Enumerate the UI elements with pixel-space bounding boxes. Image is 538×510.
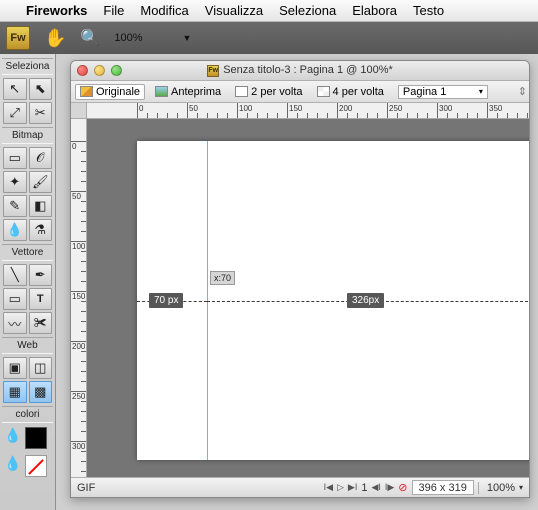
document-window: FwSenza titolo-3 : Pagina 1 @ 100%* Orig… (70, 60, 530, 498)
app-toolbar: Fw ✋ 🔍 100% ▼ (0, 22, 538, 54)
view-4up-button[interactable]: 4 per volta (313, 85, 388, 99)
hand-tool-icon[interactable]: ✋ (44, 28, 66, 49)
section-bitmap: Bitmap (2, 127, 53, 144)
pointer-tool[interactable]: ↖ (3, 78, 27, 100)
original-icon (80, 86, 93, 97)
zoom-control[interactable]: 100% ▾ (478, 482, 523, 494)
page-select[interactable]: Pagina 1 ▾ (398, 85, 488, 99)
stamp-tool[interactable]: ⚗ (29, 219, 53, 241)
chevron-down-icon: ▾ (479, 87, 483, 96)
subselect-tool[interactable]: ⬉ (29, 78, 53, 100)
first-frame-icon[interactable]: I◀ (324, 482, 333, 493)
preview-icon (155, 86, 168, 97)
stroke-color-swatch[interactable] (25, 427, 47, 449)
frame-current: 1 (361, 482, 367, 494)
horizontal-ruler[interactable]: 050100150200250300350400 (87, 103, 529, 118)
export-format: GIF (77, 482, 95, 494)
prev-icon[interactable]: ◀I (371, 482, 380, 493)
scale-tool[interactable]: ⤢ (3, 102, 27, 124)
four-up-icon (317, 86, 330, 97)
marquee-tool[interactable]: ▭ (3, 147, 27, 169)
window-title: FwSenza titolo-3 : Pagina 1 @ 100%* (71, 64, 529, 76)
section-vettore: Vettore (2, 244, 53, 261)
blur-tool[interactable]: 💧 (3, 219, 27, 241)
chevron-down-icon: ▼ (182, 33, 191, 43)
freeform-tool[interactable]: 〰 (3, 312, 27, 334)
crop-tool[interactable]: ✂ (29, 102, 53, 124)
line-tool[interactable]: ╲ (3, 264, 27, 286)
canvas-viewport[interactable]: x:70 70 px 326px (87, 119, 529, 477)
menu-file[interactable]: File (103, 3, 124, 18)
fill-color-swatch[interactable] (25, 455, 47, 477)
view-anteprima-button[interactable]: Anteprima (151, 85, 225, 99)
view-original-button[interactable]: Originale (75, 84, 145, 100)
canvas[interactable]: x:70 70 px 326px (137, 141, 529, 460)
menu-modifica[interactable]: Modifica (140, 3, 188, 18)
pen-tool[interactable]: ✒ (29, 264, 53, 286)
eyedropper-stroke-icon[interactable]: 💧 (4, 427, 21, 449)
fireworks-doc-icon: Fw (207, 65, 219, 77)
chevron-down-icon: ▾ (519, 483, 523, 492)
two-up-icon (235, 86, 248, 97)
tool-palette: Seleziona ↖ ⬉ ⤢ ✂ Bitmap ▭ 𝒪 ✦ 🖌 ✎ ◧ 💧 ⚗… (0, 54, 56, 510)
fireworks-logo-icon: Fw (6, 26, 30, 50)
magnify-tool-icon[interactable]: 🔍 (80, 28, 100, 48)
brush-tool[interactable]: 🖌 (29, 171, 53, 193)
hide-slice-button[interactable]: ▦ (3, 381, 27, 403)
ruler-origin[interactable] (71, 103, 87, 118)
menu-visualizza[interactable]: Visualizza (205, 3, 263, 18)
window-titlebar[interactable]: FwSenza titolo-3 : Pagina 1 @ 100%* (71, 61, 529, 81)
panel-handle-icon[interactable]: ⇕ (518, 85, 525, 98)
prev-frame-icon[interactable]: ▶I (348, 482, 357, 493)
section-seleziona: Seleziona (2, 58, 53, 75)
mac-menu-bar: Fireworks File Modifica Visualizza Selez… (0, 0, 538, 22)
section-colori: colori (2, 406, 53, 423)
eyedropper-fill-icon[interactable]: 💧 (4, 455, 21, 477)
menu-seleziona[interactable]: Seleziona (279, 3, 336, 18)
page-select-value: Pagina 1 (403, 86, 446, 98)
menu-elabora[interactable]: Elabora (352, 3, 397, 18)
document-area: FwSenza titolo-3 : Pagina 1 @ 100%* Orig… (56, 54, 538, 510)
document-status-bar: GIF I◀ ▷ ▶I 1 ◀I I▶ ⊘ 396 x 319 100% ▾ (71, 477, 529, 497)
measure-label-left: 70 px (149, 293, 183, 308)
text-tool[interactable]: T (29, 288, 53, 310)
eraser-tool[interactable]: ◧ (29, 195, 53, 217)
hotspot-tool[interactable]: ▣ (3, 357, 27, 379)
lasso-tool[interactable]: 𝒪 (29, 147, 53, 169)
show-slice-button[interactable]: ▩ (29, 381, 53, 403)
canvas-dimensions[interactable]: 396 x 319 (412, 480, 474, 495)
slice-tool[interactable]: ◫ (29, 357, 53, 379)
section-web: Web (2, 337, 53, 354)
zoom-value: 100% (114, 32, 142, 44)
horizontal-ruler-row: 050100150200250300350400 (71, 103, 529, 119)
guide-position-tooltip: x:70 (210, 271, 235, 285)
pencil-tool[interactable]: ✎ (3, 195, 27, 217)
menu-testo[interactable]: Testo (413, 3, 444, 18)
knife-tool[interactable]: ✀ (29, 312, 53, 334)
play-icon[interactable]: ▷ (337, 482, 344, 493)
zoom-select[interactable]: 100% ▼ (114, 32, 191, 44)
next-icon[interactable]: I▶ (385, 482, 394, 493)
wand-tool[interactable]: ✦ (3, 171, 27, 193)
menu-app[interactable]: Fireworks (26, 3, 87, 18)
measure-label-right: 326px (347, 293, 384, 308)
stop-icon[interactable]: ⊘ (398, 481, 407, 494)
shape-tool[interactable]: ▭ (3, 288, 27, 310)
view-2up-button[interactable]: 2 per volta (231, 85, 306, 99)
view-mode-bar: Originale Anteprima 2 per volta 4 per vo… (71, 81, 529, 103)
vertical-ruler[interactable]: 050100150200250300 (71, 119, 87, 477)
